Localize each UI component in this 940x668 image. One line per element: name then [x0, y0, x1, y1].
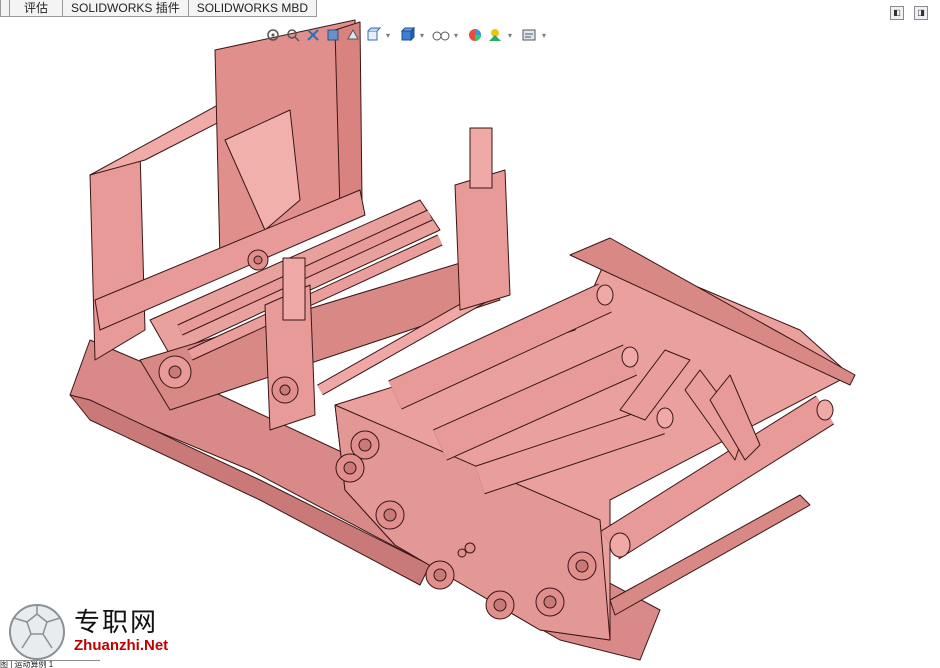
tab-solidworks-mbd[interactable]: SOLIDWORKS MBD [188, 0, 318, 17]
edit-appearance-icon[interactable] [466, 26, 484, 44]
right-column [454, 169, 511, 311]
tab-solidworks-addins[interactable]: SOLIDWORKS 插件 [63, 0, 189, 17]
apply-scene-icon[interactable] [486, 26, 504, 44]
hand-wheel-hub [168, 365, 182, 379]
view-orientation-icon[interactable] [364, 26, 382, 44]
command-manager-tabs: 评估 SOLIDWORKS 插件 SOLIDWORKS MBD [0, 0, 318, 17]
display-style-icon[interactable] [398, 26, 416, 44]
rear-frame-left-column [89, 149, 146, 361]
view-settings-dropdown-icon[interactable]: ▾ [540, 31, 548, 40]
tab-empty[interactable] [0, 0, 10, 17]
tab-evaluate[interactable]: 评估 [10, 0, 64, 17]
panel-controls: ◧ ◨ [890, 6, 928, 20]
hide-show-items-icon[interactable] [432, 26, 450, 44]
watermark-english: Zhuanzhi.Net [74, 637, 169, 654]
display-style-dropdown-icon[interactable]: ▾ [418, 31, 426, 40]
view-orientation-dropdown-icon[interactable]: ▾ [384, 31, 392, 40]
graphics-area[interactable] [0, 0, 940, 667]
zoom-to-area-icon[interactable] [284, 26, 302, 44]
rear-frame-right-column [334, 21, 363, 211]
heads-up-view-toolbar: ▾ ▾ ▾ ▾ ▾ [264, 24, 552, 46]
right-cylinder [469, 127, 493, 189]
watermark-logo-icon [9, 604, 65, 660]
watermark: 专职网 Zhuanzhi.Net [6, 602, 168, 662]
mid-cylinder [282, 257, 306, 321]
view-settings-icon[interactable] [520, 26, 538, 44]
zoom-to-fit-icon[interactable] [264, 26, 282, 44]
hide-show-dropdown-icon[interactable]: ▾ [452, 31, 460, 40]
watermark-chinese: 专职网 [74, 608, 159, 638]
previous-view-icon[interactable] [304, 26, 322, 44]
dynamic-annotation-icon[interactable] [344, 26, 362, 44]
apply-scene-dropdown-icon[interactable]: ▾ [506, 31, 514, 40]
machine-model [69, 19, 856, 661]
section-view-icon[interactable] [324, 26, 342, 44]
expand-panel-icon[interactable]: ◨ [914, 6, 928, 20]
restore-panel-icon[interactable]: ◧ [890, 6, 904, 20]
